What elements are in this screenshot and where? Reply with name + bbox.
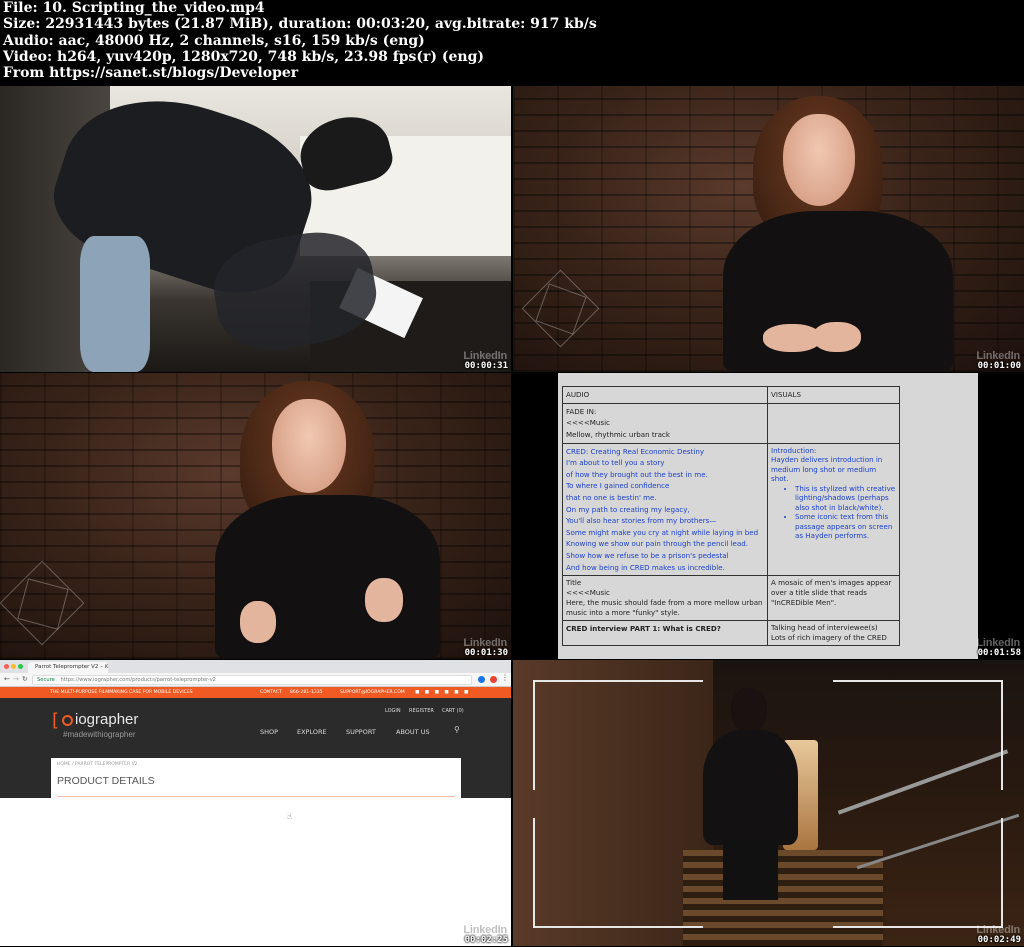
visuals-column-header: VISUALS	[767, 386, 900, 404]
timestamp: 00:01:00	[977, 361, 1021, 371]
row1-audio: FADE IN: <<<<Music Mellow, rhythmic urba…	[562, 402, 768, 444]
extension-icon[interactable]	[478, 676, 485, 683]
frame-corner-top-left	[533, 680, 703, 790]
row4-audio: CRED interview PART 1: What is CRED?	[562, 620, 768, 647]
presenter-hand-right	[365, 578, 403, 622]
login-link[interactable]: LOGIN	[385, 708, 401, 714]
search-icon[interactable]: ⚲	[454, 725, 460, 734]
frame-corner-top-right	[833, 680, 1003, 790]
url-text: https://www.iographer.com/products/parro…	[60, 677, 216, 683]
promo-text: THE MULTI-PURPOSE FILMMAKING CASE FOR MO…	[50, 690, 193, 695]
video-info-line: Video: h264, yuv420p, 1280x720, 748 kb/s…	[3, 48, 485, 65]
row2-visuals: Introduction: Hayden delivers introducti…	[767, 442, 900, 577]
timestamp: 00:02:25	[464, 935, 508, 945]
site-logo[interactable]: iographer	[75, 711, 138, 728]
browser-tab[interactable]: Parrot Teleprompter V2 – iOgr	[28, 662, 108, 673]
thumbnail-4[interactable]: AUDIO VISUALS FADE IN: <<<<Music Mellow,…	[513, 373, 1024, 659]
nav-explore[interactable]: EXPLORE	[297, 728, 327, 736]
row1-visuals	[767, 402, 900, 444]
row3-audio: Title <<<<Music Here, the music should f…	[562, 575, 768, 622]
presenter-face	[272, 399, 346, 493]
thumbnail-6[interactable]: LinkedIn 00:02:49	[513, 660, 1024, 946]
back-icon[interactable]: ←	[4, 675, 10, 683]
title-underline	[57, 796, 455, 797]
timestamp: 00:01:30	[464, 648, 508, 658]
logo-lens-icon	[62, 715, 73, 726]
menu-icon[interactable]: ⋮	[501, 673, 509, 682]
url-field[interactable]: Secure https://www.iographer.com/product…	[32, 675, 472, 685]
audio-info-line: Audio: aac, 48000 Hz, 2 channels, s16, 1…	[3, 32, 425, 49]
thumbnail-2[interactable]: LinkedIn 00:01:00	[513, 86, 1024, 372]
breadcrumb[interactable]: HOME / PARROT TELEPROMPTER V2	[57, 762, 138, 767]
browser-tab-bar: Parrot Teleprompter V2 – iOgr	[0, 660, 511, 673]
promo-bar: THE MULTI-PURPOSE FILMMAKING CASE FOR MO…	[0, 687, 511, 698]
person-legs	[723, 840, 778, 900]
product-details-title: PRODUCT DETAILS	[57, 775, 155, 787]
logo-bracket-icon: [	[52, 710, 60, 731]
file-name-line: File: 10. Scripting_the_video.mp4	[3, 0, 265, 16]
phone-link[interactable]: 866-281-1335	[290, 687, 323, 698]
row2-audio: CRED: Creating Real Economic Destiny I'm…	[562, 442, 768, 577]
presenter-hand-right	[813, 322, 861, 352]
thumbnail-5[interactable]: Parrot Teleprompter V2 – iOgr ← → ↻ Secu…	[0, 660, 511, 946]
presenter-hand-left	[240, 601, 276, 643]
frame-corner-bottom-left	[533, 818, 703, 928]
contact-link[interactable]: CONTACT	[260, 687, 282, 698]
page-right-margin	[978, 373, 1024, 659]
close-window-icon[interactable]	[4, 664, 9, 669]
page-body	[0, 798, 511, 946]
extension-icon-2[interactable]	[490, 676, 497, 683]
script-table: AUDIO VISUALS FADE IN: <<<<Music Mellow,…	[562, 386, 900, 647]
site-tagline: #madewithiographer	[63, 730, 136, 739]
row4-visuals: Talking head of interviewee(s) Lots of r…	[767, 620, 900, 647]
email-link[interactable]: SUPPORT@IOGRAPHER.COM	[340, 687, 405, 698]
page-left-margin	[513, 373, 558, 659]
mouse-cursor-icon: ☝	[287, 812, 292, 821]
file-size-line: Size: 22931443 bytes (21.87 MiB), durati…	[3, 16, 597, 33]
minimize-window-icon[interactable]	[11, 664, 16, 669]
address-bar: ← → ↻ Secure https://www.iographer.com/p…	[0, 673, 511, 687]
frame-corner-bottom-right	[833, 818, 1003, 928]
maximize-window-icon[interactable]	[18, 664, 23, 669]
cart-link[interactable]: CART (0)	[442, 708, 464, 714]
row3-visuals: A mosaic of men's images appear over a t…	[767, 575, 900, 622]
audio-column-header: AUDIO	[562, 386, 768, 404]
source-line: From https://sanet.st/blogs/Developer	[3, 65, 299, 82]
person-jacket	[703, 730, 798, 845]
forward-icon[interactable]: →	[13, 675, 19, 683]
jeans	[80, 236, 150, 372]
thumbnail-1[interactable]: LinkedIn 00:00:31	[0, 86, 511, 372]
register-link[interactable]: REGISTER	[409, 708, 434, 714]
reload-icon[interactable]: ↻	[22, 675, 28, 683]
timestamp: 00:02:49	[977, 935, 1021, 945]
person-head	[731, 688, 767, 732]
thumbnail-3[interactable]: LinkedIn 00:01:30	[0, 373, 511, 659]
timestamp: 00:00:31	[464, 361, 508, 371]
nav-support[interactable]: SUPPORT	[346, 728, 376, 736]
product-card: HOME / PARROT TELEPROMPTER V2 PRODUCT DE…	[51, 758, 461, 798]
presenter-face	[783, 114, 855, 206]
social-icons[interactable]: ■ ■ ■ ■ ■ ■	[415, 687, 470, 698]
timestamp: 00:01:58	[977, 648, 1021, 658]
secure-label: Secure	[37, 677, 55, 683]
file-info-header: File: 10. Scripting_the_video.mp4 Size: …	[3, 0, 1021, 86]
nav-shop[interactable]: SHOP	[260, 728, 278, 736]
nav-about-us[interactable]: ABOUT US	[396, 728, 430, 736]
